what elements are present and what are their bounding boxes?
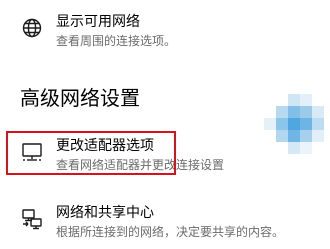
network-sharing-center-description: 根据所连接到的网络，决定要共享的内容。 bbox=[56, 225, 285, 239]
network-sharing-center-title: 网络和共享中心 bbox=[56, 205, 154, 221]
globe-icon bbox=[20, 16, 44, 40]
advanced-network-settings-heading: 高级网络设置 bbox=[20, 86, 140, 110]
sharing-center-icon bbox=[20, 207, 44, 231]
change-adapter-options-description: 查看网络适配器并更改连接设置 bbox=[56, 158, 225, 172]
change-adapter-options-link[interactable]: 更改适配器选项 查看网络适配器并更改连接设置 bbox=[0, 132, 330, 180]
network-settings-page: 显示可用网络 查看周围的连接选项。 高级网络设置 更改适配器选项 查看网络适配器… bbox=[0, 0, 330, 249]
show-available-networks-title: 显示可用网络 bbox=[56, 14, 140, 30]
network-sharing-center-link[interactable]: 网络和共享中心 根据所连接到的网络，决定要共享的内容。 bbox=[0, 199, 330, 247]
change-adapter-options-title: 更改适配器选项 bbox=[56, 138, 154, 154]
show-available-networks-link[interactable]: 显示可用网络 查看周围的连接选项。 bbox=[0, 8, 330, 56]
monitor-network-icon bbox=[20, 140, 44, 164]
show-available-networks-description: 查看周围的连接选项。 bbox=[56, 34, 177, 48]
